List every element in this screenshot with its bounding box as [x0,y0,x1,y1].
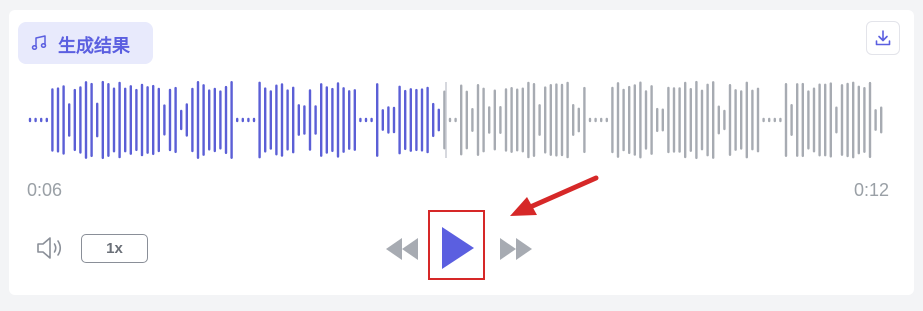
result-title: 生成结果 [58,36,130,57]
volume-icon[interactable] [35,234,67,262]
annotation-arrow [510,175,599,216]
play-button-highlight [428,210,485,280]
speed-label: 1x [106,240,123,257]
current-time: 0:06 [27,180,63,200]
result-badge: 生成结果 [18,22,153,64]
download-button[interactable] [866,21,900,55]
rewind-icon[interactable] [384,236,420,262]
playback-speed-button[interactable]: 1x [81,234,148,263]
duration-time: 0:12 [854,180,890,200]
download-icon [875,30,891,46]
music-note-icon [31,35,47,51]
fast-forward-icon[interactable] [498,236,534,262]
waveform-seek-bar[interactable] [0,70,923,170]
